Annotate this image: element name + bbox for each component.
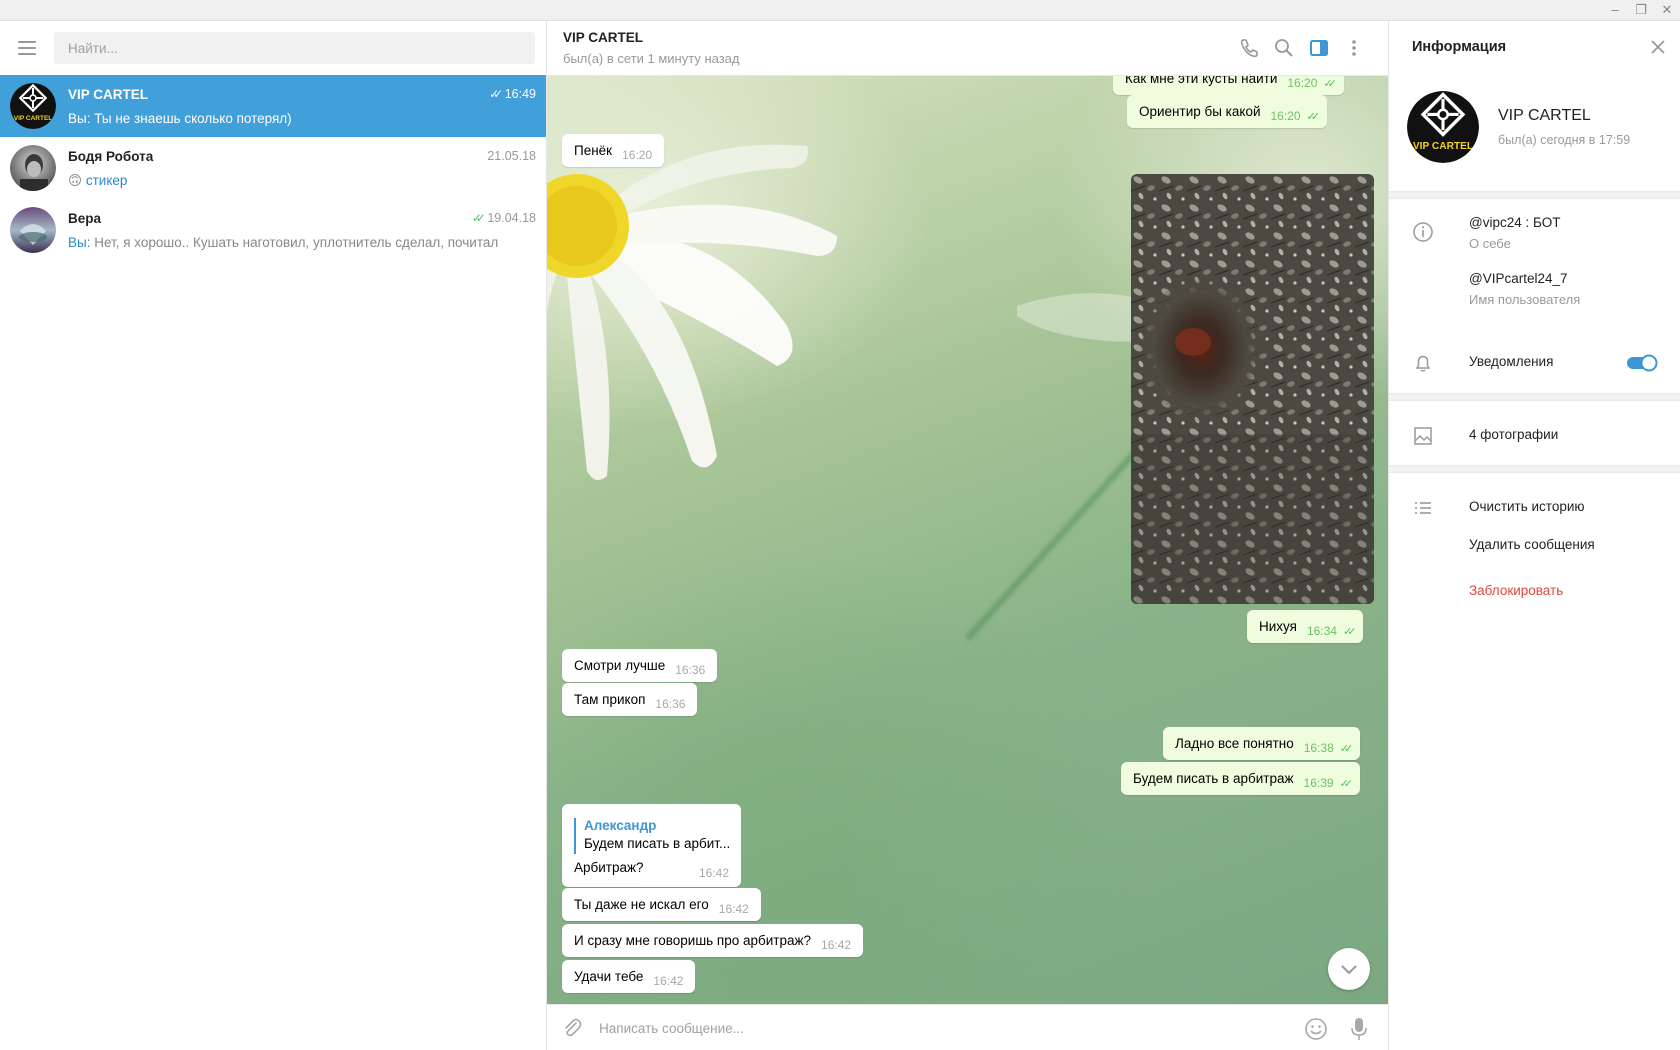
chevron-down-icon <box>1341 965 1357 975</box>
message-bubble-incoming[interactable]: Пенёк 16:20 <box>562 134 665 167</box>
chat-time: ✓✓ 16:49 <box>489 87 536 101</box>
double-check-icon: ✓✓ <box>471 211 486 225</box>
restore-button[interactable]: ❐ <box>1628 0 1654 21</box>
attach-icon[interactable] <box>561 1017 583 1039</box>
delete-messages-button[interactable]: Удалить сообщения <box>1469 537 1595 552</box>
emoji-icon[interactable] <box>1304 1017 1328 1041</box>
chat-name: Вера <box>68 211 102 226</box>
message-bubble-outgoing[interactable]: Ориентир бы какой 16:20 ✓✓ <box>1127 95 1327 128</box>
block-button[interactable]: Заблокировать <box>1469 583 1563 598</box>
hamburger-menu-icon[interactable] <box>18 41 36 55</box>
window-title-bar: ‒ ❐ ✕ <box>0 0 1680 21</box>
phone-icon[interactable] <box>1238 37 1260 59</box>
message-time: 16:42 <box>698 866 729 880</box>
username-text[interactable]: @VIPcartel24_7 <box>1469 271 1568 286</box>
avatar: VIP CARTEL <box>10 83 56 129</box>
chat-list-header <box>0 21 546 75</box>
svg-text:VIP CARTEL: VIP CARTEL <box>14 115 53 122</box>
bio-label: О себе <box>1469 236 1511 251</box>
message-text: Арбитраж? <box>574 860 644 875</box>
section-divider <box>1389 393 1680 401</box>
minimize-button[interactable]: ‒ <box>1602 0 1628 21</box>
message-bubble-incoming[interactable]: Ты даже не искал его 16:42 <box>562 888 761 921</box>
photo-icon <box>1414 427 1432 445</box>
double-check-icon: ✓✓ <box>1323 77 1337 90</box>
message-bubble-incoming[interactable]: Смотри лучше 16:36 <box>562 649 718 682</box>
chat-item-vip-cartel[interactable]: VIP CARTEL VIP CARTEL ✓✓ 16:49 Вы: Ты не… <box>0 75 546 137</box>
bio-text: @vipc24 : БОТ <box>1469 215 1561 230</box>
notifications-toggle[interactable] <box>1626 354 1658 372</box>
info-panel: Информация VIP CARTEL VIP CARTEL был(а) … <box>1388 21 1680 1050</box>
message-bubble-outgoing[interactable]: Ладно все понятно 16:38 ✓✓ <box>1163 727 1361 760</box>
photos-link[interactable]: 4 фотографии <box>1469 427 1558 442</box>
clear-history-button[interactable]: Очистить историю <box>1469 499 1585 514</box>
conversation-panel: VIP CARTEL был(а) в сети 1 минуту назад <box>547 21 1388 1050</box>
conversation-status: был(а) в сети 1 минуту назад <box>563 51 740 66</box>
conversation-title[interactable]: VIP CARTEL <box>563 30 643 45</box>
section-divider <box>1389 191 1680 199</box>
double-check-icon: ✓✓ <box>489 87 503 101</box>
avatar <box>10 207 56 253</box>
message-bubble-incoming[interactable]: Удачи тебе 16:42 <box>562 960 696 993</box>
chat-name: Бодя Робота <box>68 149 154 164</box>
list-icon <box>1415 502 1431 514</box>
double-check-icon: ✓✓ <box>1339 777 1354 790</box>
chat-list-panel: VIP CARTEL VIP CARTEL ✓✓ 16:49 Вы: Ты не… <box>0 21 547 1050</box>
more-vertical-icon[interactable] <box>1343 37 1365 59</box>
scroll-down-button[interactable] <box>1328 948 1370 990</box>
double-check-icon: ✓✓ <box>1342 625 1357 638</box>
message-bubble-outgoing[interactable]: Нихуя 16:34 ✓✓ <box>1247 610 1364 643</box>
reply-quote-text: Будем писать в арбит... <box>584 836 731 851</box>
chat-last-message: Вы: Нет, я хорошо.. Кушать наготовил, уп… <box>68 235 499 250</box>
section-divider <box>1389 465 1680 473</box>
svg-text:VIP CARTEL: VIP CARTEL <box>1413 141 1473 152</box>
chat-item-vera[interactable]: Вера ✓✓ 19.04.18 Вы: Нет, я хорошо.. Куш… <box>0 199 546 261</box>
chat-last-message: 🙃 стикер <box>68 173 128 188</box>
close-icon[interactable] <box>1648 37 1668 57</box>
profile-name: VIP CARTEL <box>1498 107 1591 124</box>
microphone-icon[interactable] <box>1347 1016 1371 1042</box>
chat-time: 21.05.18 <box>487 149 536 163</box>
chat-last-message: Вы: Ты не знаешь сколько потерял) <box>68 111 292 126</box>
profile-status: был(а) сегодня в 17:59 <box>1498 133 1631 147</box>
chat-time: ✓✓ 19.04.18 <box>471 211 536 225</box>
message-bubble-outgoing[interactable]: Как мне эти кусты найти 16:20 ✓✓ <box>1113 76 1344 95</box>
chat-item-bodya-robota[interactable]: Бодя Робота 21.05.18 🙃 стикер <box>0 137 546 199</box>
message-input[interactable] <box>599 1013 1239 1043</box>
message-bubble-reply[interactable]: Александр Будем писать в арбит... Арбитр… <box>562 804 741 887</box>
reply-author[interactable]: Александр <box>584 818 656 833</box>
sidebar-toggle-icon[interactable] <box>1308 37 1330 59</box>
double-check-icon: ✓✓ <box>1306 110 1321 123</box>
message-composer <box>547 1004 1388 1050</box>
profile-avatar[interactable]: VIP CARTEL <box>1407 91 1479 163</box>
search-input[interactable] <box>54 32 535 64</box>
message-area[interactable]: Как мне эти кусты найти 16:20 ✓✓ Ориентир … <box>547 76 1388 1004</box>
conversation-header: VIP CARTEL был(а) в сети 1 минуту назад <box>547 21 1388 76</box>
bell-icon <box>1415 355 1431 372</box>
notifications-label: Уведомления <box>1469 354 1554 369</box>
chat-name: VIP CARTEL <box>68 87 149 102</box>
message-bubble-incoming[interactable]: Там прикоп 16:36 <box>562 683 698 716</box>
info-title: Информация <box>1412 39 1507 55</box>
info-icon <box>1413 222 1433 242</box>
reply-quote-bar <box>574 818 576 854</box>
photo-message[interactable] <box>1131 174 1374 604</box>
emoji-icon: 🙃 <box>68 173 83 188</box>
window-close-button[interactable]: ✕ <box>1654 0 1680 21</box>
avatar <box>10 145 56 191</box>
username-label: Имя пользователя <box>1469 292 1581 307</box>
message-bubble-incoming[interactable]: И сразу мне говоришь про арбитраж? 16:42 <box>562 924 864 957</box>
double-check-icon: ✓✓ <box>1339 742 1354 755</box>
search-icon[interactable] <box>1273 37 1295 59</box>
message-bubble-outgoing[interactable]: Будем писать в арбитраж 16:39 ✓✓ <box>1121 762 1360 795</box>
